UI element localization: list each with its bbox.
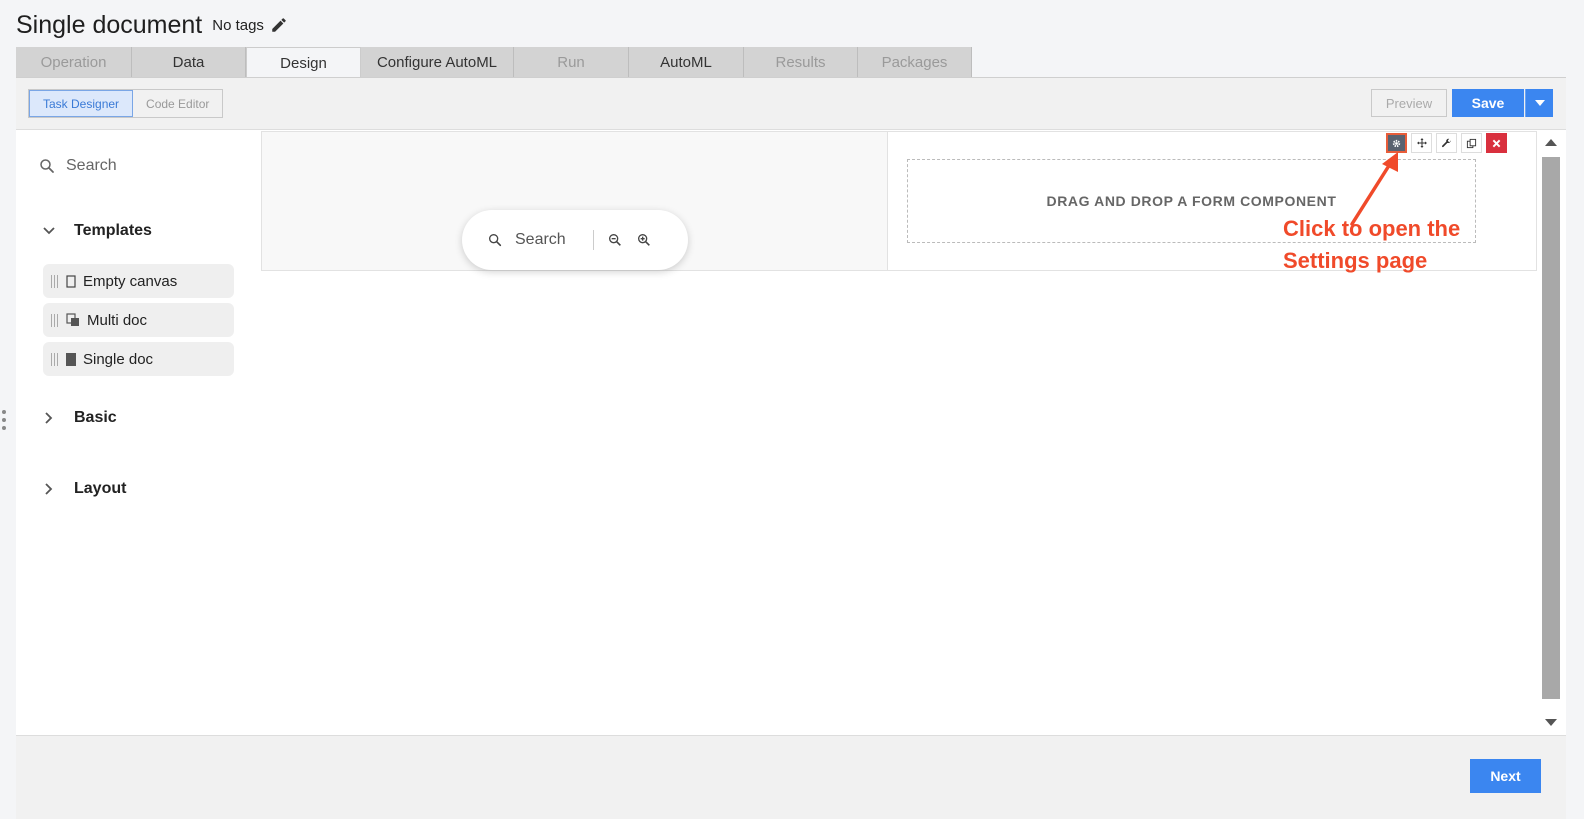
page-icon [66,352,76,366]
footer-bar: Next [16,735,1566,819]
move-arrows-icon [1416,138,1427,148]
tags-label[interactable]: No tags [212,17,264,34]
divider [592,230,594,250]
vertical-scrollbar[interactable] [1539,131,1562,734]
drag-handle-icon[interactable] [51,274,58,288]
drag-handle-icon[interactable] [51,313,58,327]
caret-down-icon [1534,100,1545,106]
tab-packages[interactable]: Packages [858,47,972,78]
panel-resize-handle[interactable] [2,410,8,436]
sidebar-search[interactable]: Search [38,157,117,175]
page-header: Single document No tags [16,8,288,42]
canvas-search-toolbar: Search [462,210,688,270]
section-basic[interactable]: Basic [42,409,117,427]
next-button[interactable]: Next [1470,759,1541,793]
edit-json-button[interactable] [1436,133,1457,153]
section-label: Layout [74,480,127,497]
move-button[interactable] [1411,133,1432,153]
template-item-single-doc[interactable]: Single doc [43,342,234,376]
designer-toolbar: Task Designer Code Editor Preview Save [16,78,1566,130]
search-icon [40,159,54,173]
task-designer-button[interactable]: Task Designer [29,90,134,117]
section-templates[interactable]: Templates [42,222,152,240]
preview-button[interactable]: Preview [1371,89,1447,117]
template-item-multi-doc[interactable]: Multi doc [43,303,234,337]
scroll-up-arrow-icon[interactable] [1545,139,1557,146]
blank-page-icon [66,274,76,288]
component-sidebar: Search Templates Empty canvas Multi doc … [16,131,261,734]
annotation-callout: Click to open the Settings page [1283,213,1460,277]
copy-icon [1466,138,1477,148]
template-item-empty-canvas[interactable]: Empty canvas [43,264,234,298]
tab-design[interactable]: Design [246,47,361,78]
chevron-right-icon [45,412,53,424]
pencil-icon[interactable] [270,16,288,34]
code-editor-button[interactable]: Code Editor [133,90,223,117]
scroll-thumb[interactable] [1542,157,1560,699]
tab-configure-automl[interactable]: Configure AutoML [361,47,514,78]
multi-page-icon [66,313,79,326]
chevron-down-icon [43,227,55,235]
section-label: Basic [74,409,117,426]
template-label: Single doc [83,350,154,368]
delete-button[interactable] [1486,133,1507,153]
search-icon [489,234,502,247]
template-label: Multi doc [87,311,148,329]
section-layout[interactable]: Layout [42,480,126,498]
tab-automl[interactable]: AutoML [629,47,744,78]
editor-mode-toggle: Task Designer Code Editor [28,89,224,118]
template-label: Empty canvas [83,272,178,290]
zoom-out-icon[interactable] [607,232,623,248]
tab-run[interactable]: Run [514,47,629,78]
tab-data[interactable]: Data [132,47,246,78]
drag-handle-icon[interactable] [51,352,58,366]
tab-bar: Operation Data Design Configure AutoML R… [16,47,972,78]
wrench-icon [1442,138,1451,147]
zoom-in-icon[interactable] [636,232,652,248]
chevron-right-icon [45,483,53,495]
tab-operation[interactable]: Operation [16,47,132,78]
canvas-search-input[interactable]: Search [515,231,566,249]
main-panel: Task Designer Code Editor Preview Save S… [16,77,1566,819]
scroll-down-arrow-icon[interactable] [1545,719,1557,726]
canvas-left-column: Search [262,132,888,270]
sidebar-search-input[interactable]: Search [66,157,117,175]
close-icon [1492,139,1501,147]
page-title: Single document [16,10,203,39]
annotation-line: Click to open the [1283,216,1461,241]
gear-icon [1392,139,1401,147]
annotation-line: Settings page [1283,248,1428,273]
save-button[interactable]: Save [1452,89,1524,117]
copy-button[interactable] [1461,133,1482,153]
section-label: Templates [74,222,152,239]
tab-results[interactable]: Results [744,47,858,78]
save-dropdown-button[interactable] [1525,89,1553,117]
